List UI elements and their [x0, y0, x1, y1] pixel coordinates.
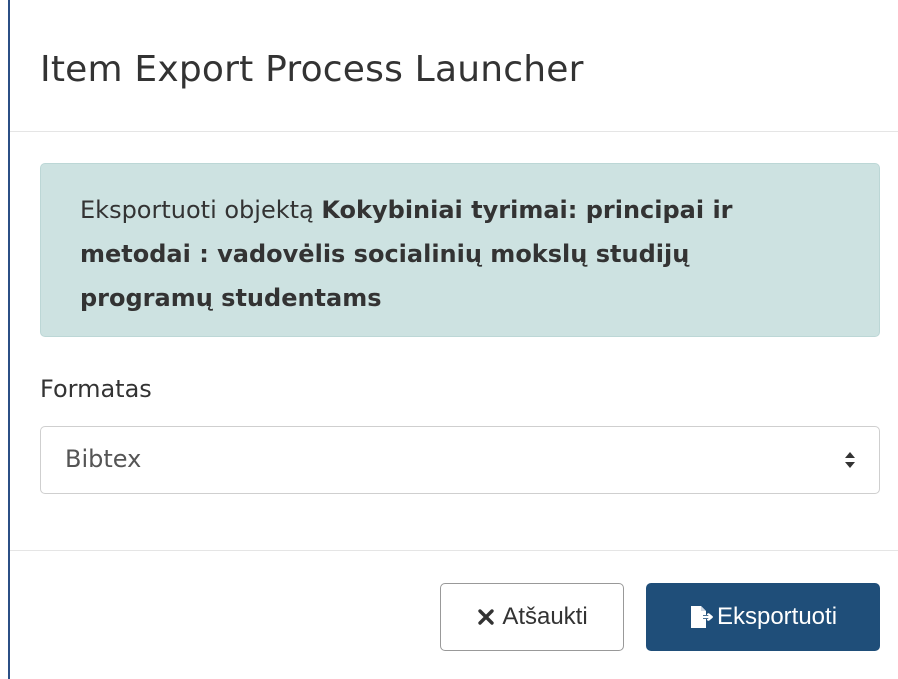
modal-title: Item Export Process Launcher — [40, 49, 584, 90]
cancel-button-label: Atšaukti — [502, 603, 588, 630]
format-select[interactable]: Bibtex — [40, 426, 880, 494]
cancel-button[interactable]: Atšaukti — [440, 583, 624, 651]
export-modal: Item Export Process Launcher Eksportuoti… — [0, 0, 898, 679]
sort-arrows-icon — [845, 452, 855, 468]
file-export-icon — [689, 605, 715, 629]
format-select-value: Bibtex — [65, 445, 142, 473]
window-left-edge — [8, 0, 10, 679]
header-divider — [10, 131, 898, 132]
footer-divider — [10, 550, 898, 551]
export-button-label: Eksportuoti — [716, 603, 838, 630]
export-button[interactable]: Eksportuoti — [646, 583, 880, 651]
format-label: Formatas — [40, 375, 152, 403]
info-alert: Eksportuoti objektą Kokybiniai tyrimai: … — [40, 163, 880, 337]
alert-prefix: Eksportuoti objektą — [80, 196, 314, 224]
close-icon — [476, 607, 496, 627]
